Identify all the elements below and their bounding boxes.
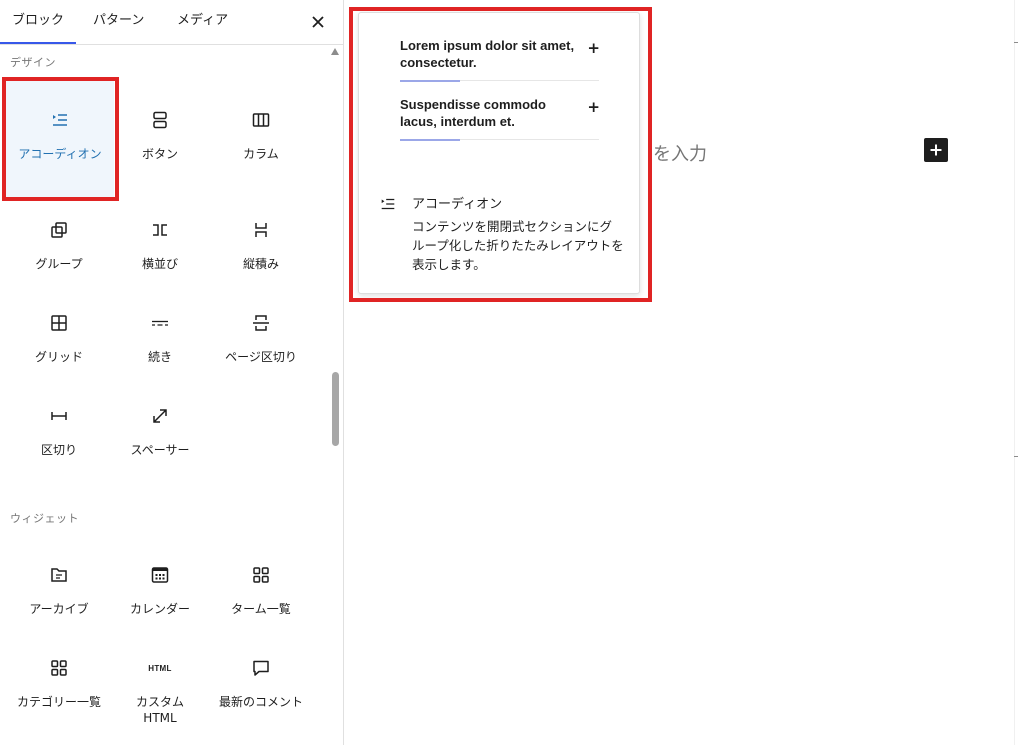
row-icon — [110, 218, 210, 242]
block-columns[interactable]: カラム — [211, 108, 311, 162]
block-label: 最新のコメント — [219, 695, 304, 709]
block-label: 続き — [147, 350, 172, 364]
block-calendar[interactable]: カレンダー — [110, 563, 210, 617]
block-grid[interactable]: グリッド — [9, 311, 109, 365]
add-block-button[interactable] — [924, 138, 948, 162]
block-more[interactable]: 続き — [110, 311, 210, 365]
block-categories[interactable]: カテゴリー一覧 — [9, 656, 109, 710]
block-label: ターム一覧 — [231, 602, 291, 616]
highlight-box-preview — [349, 7, 652, 302]
more-icon — [110, 311, 210, 335]
block-label: グリッド — [34, 350, 83, 364]
close-icon — [312, 16, 324, 28]
buttons-icon — [110, 108, 210, 132]
tab-patterns[interactable]: パターン — [93, 0, 144, 44]
block-label: ページ区切り — [225, 350, 297, 364]
html-icon-text: HTML — [148, 663, 172, 673]
block-latest-comments[interactable]: 最新のコメント — [211, 656, 311, 710]
group-icon — [9, 218, 109, 242]
tab-media[interactable]: メディア — [177, 0, 228, 44]
columns-icon — [211, 108, 311, 132]
edge-marker — [1014, 456, 1018, 457]
block-custom-html[interactable]: HTML カスタム HTML — [110, 656, 210, 726]
block-label: 縦積み — [242, 257, 279, 271]
block-label: カテゴリー一覧 — [16, 695, 101, 709]
block-label: ボタン — [141, 147, 178, 161]
inserter-tabs: ブロック パターン メディア — [0, 0, 343, 45]
section-title-widgets: ウィジェット — [10, 512, 79, 525]
term-list-icon — [211, 563, 311, 587]
block-buttons[interactable]: ボタン — [110, 108, 210, 162]
block-label: アーカイブ — [29, 602, 89, 616]
highlight-box-accordion-block — [2, 77, 119, 201]
paragraph-placeholder[interactable]: を入力 — [653, 140, 707, 166]
block-label: 横並び — [141, 257, 178, 271]
block-row[interactable]: 横並び — [110, 218, 210, 272]
close-button[interactable] — [307, 11, 329, 33]
block-stack[interactable]: 縦積み — [211, 218, 311, 272]
section-title-design: デザイン — [10, 56, 56, 69]
categories-icon — [9, 656, 109, 680]
block-term-list[interactable]: ターム一覧 — [211, 563, 311, 617]
comment-icon — [211, 656, 311, 680]
block-separator[interactable]: 区切り — [9, 404, 109, 458]
grid-icon — [9, 311, 109, 335]
stack-icon — [211, 218, 311, 242]
block-label: グループ — [35, 257, 83, 271]
scroll-up-arrow[interactable] — [331, 48, 339, 55]
block-label: カラム — [243, 147, 279, 161]
edge-marker — [1014, 42, 1018, 43]
block-label: 区切り — [40, 443, 77, 457]
canvas-right-edge — [1014, 0, 1015, 745]
block-spacer[interactable]: スペーサー — [110, 404, 210, 458]
archive-folder-icon — [9, 563, 109, 587]
tab-blocks[interactable]: ブロック — [0, 0, 76, 44]
block-label: カレンダー — [129, 602, 190, 616]
block-label: カスタム HTML — [135, 695, 184, 725]
scrollbar-thumb[interactable] — [332, 372, 339, 446]
block-label: スペーサー — [130, 443, 190, 457]
block-group[interactable]: グループ — [9, 218, 109, 272]
block-archives[interactable]: アーカイブ — [9, 563, 109, 617]
calendar-icon — [110, 563, 210, 587]
plus-icon — [930, 144, 942, 156]
page-break-icon — [211, 311, 311, 335]
html-icon: HTML — [110, 656, 210, 680]
spacer-icon — [110, 404, 210, 428]
block-page-break[interactable]: ページ区切り — [211, 311, 311, 365]
separator-icon — [9, 404, 109, 428]
